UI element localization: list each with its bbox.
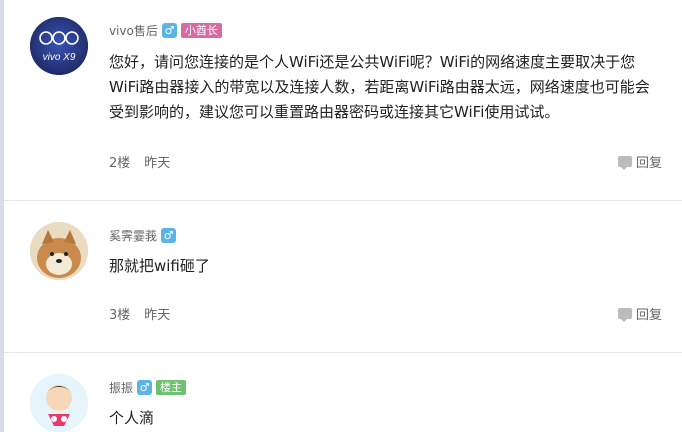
post-content: 您好，请问您连接的是个人WiFi还是公共WiFi呢？WiFi的网络速度主要取决于… [109, 53, 650, 121]
gender-male-icon: ♂ [161, 227, 177, 243]
avatar-dog[interactable] [30, 222, 88, 280]
post-footer: 2楼 昨天 回复 [109, 152, 662, 171]
dog-avatar-icon [30, 222, 88, 280]
gender-male-icon: ♂ [161, 22, 177, 38]
vivo-logo-icon: vivo X9 [30, 17, 88, 75]
gender-male-icon: ♂ [137, 379, 153, 395]
rank-badge: 小酋长 [180, 22, 222, 38]
reply-label: 回复 [635, 307, 662, 323]
post-footer: 3楼 昨天 回复 [109, 304, 662, 323]
floor-number: 3楼 [109, 307, 131, 323]
username[interactable]: 振振 [109, 379, 133, 396]
avatar-logo-text: vivo X9 [43, 52, 76, 63]
reply-button[interactable]: 回复 [617, 304, 662, 323]
post-meta: vivo售后 ♂ 小酋长 [109, 21, 222, 39]
divider [4, 352, 682, 353]
op-badge: 楼主 [156, 379, 187, 395]
reply-button[interactable]: 回复 [617, 152, 662, 171]
reply-icon [617, 155, 632, 170]
cartoon-avatar-icon [30, 374, 88, 432]
username[interactable]: vivo售后 [109, 22, 158, 39]
reply-label: 回复 [635, 155, 662, 171]
divider [4, 200, 682, 201]
left-rule [0, 0, 4, 432]
post-meta: 振振 ♂ 楼主 [109, 378, 187, 396]
post-content: 那就把wifi砸了 [109, 257, 210, 275]
post-meta: 奚霁霎莪 ♂ [109, 226, 177, 244]
post-content: 个人滴 [109, 409, 155, 427]
reply-icon [617, 307, 632, 322]
floor-number: 2楼 [109, 155, 131, 171]
post-time: 昨天 [144, 155, 171, 171]
post-time: 昨天 [144, 307, 171, 323]
avatar-vivo[interactable]: vivo X9 [30, 17, 88, 75]
username[interactable]: 奚霁霎莪 [109, 227, 157, 244]
avatar-cartoon[interactable] [30, 374, 88, 432]
